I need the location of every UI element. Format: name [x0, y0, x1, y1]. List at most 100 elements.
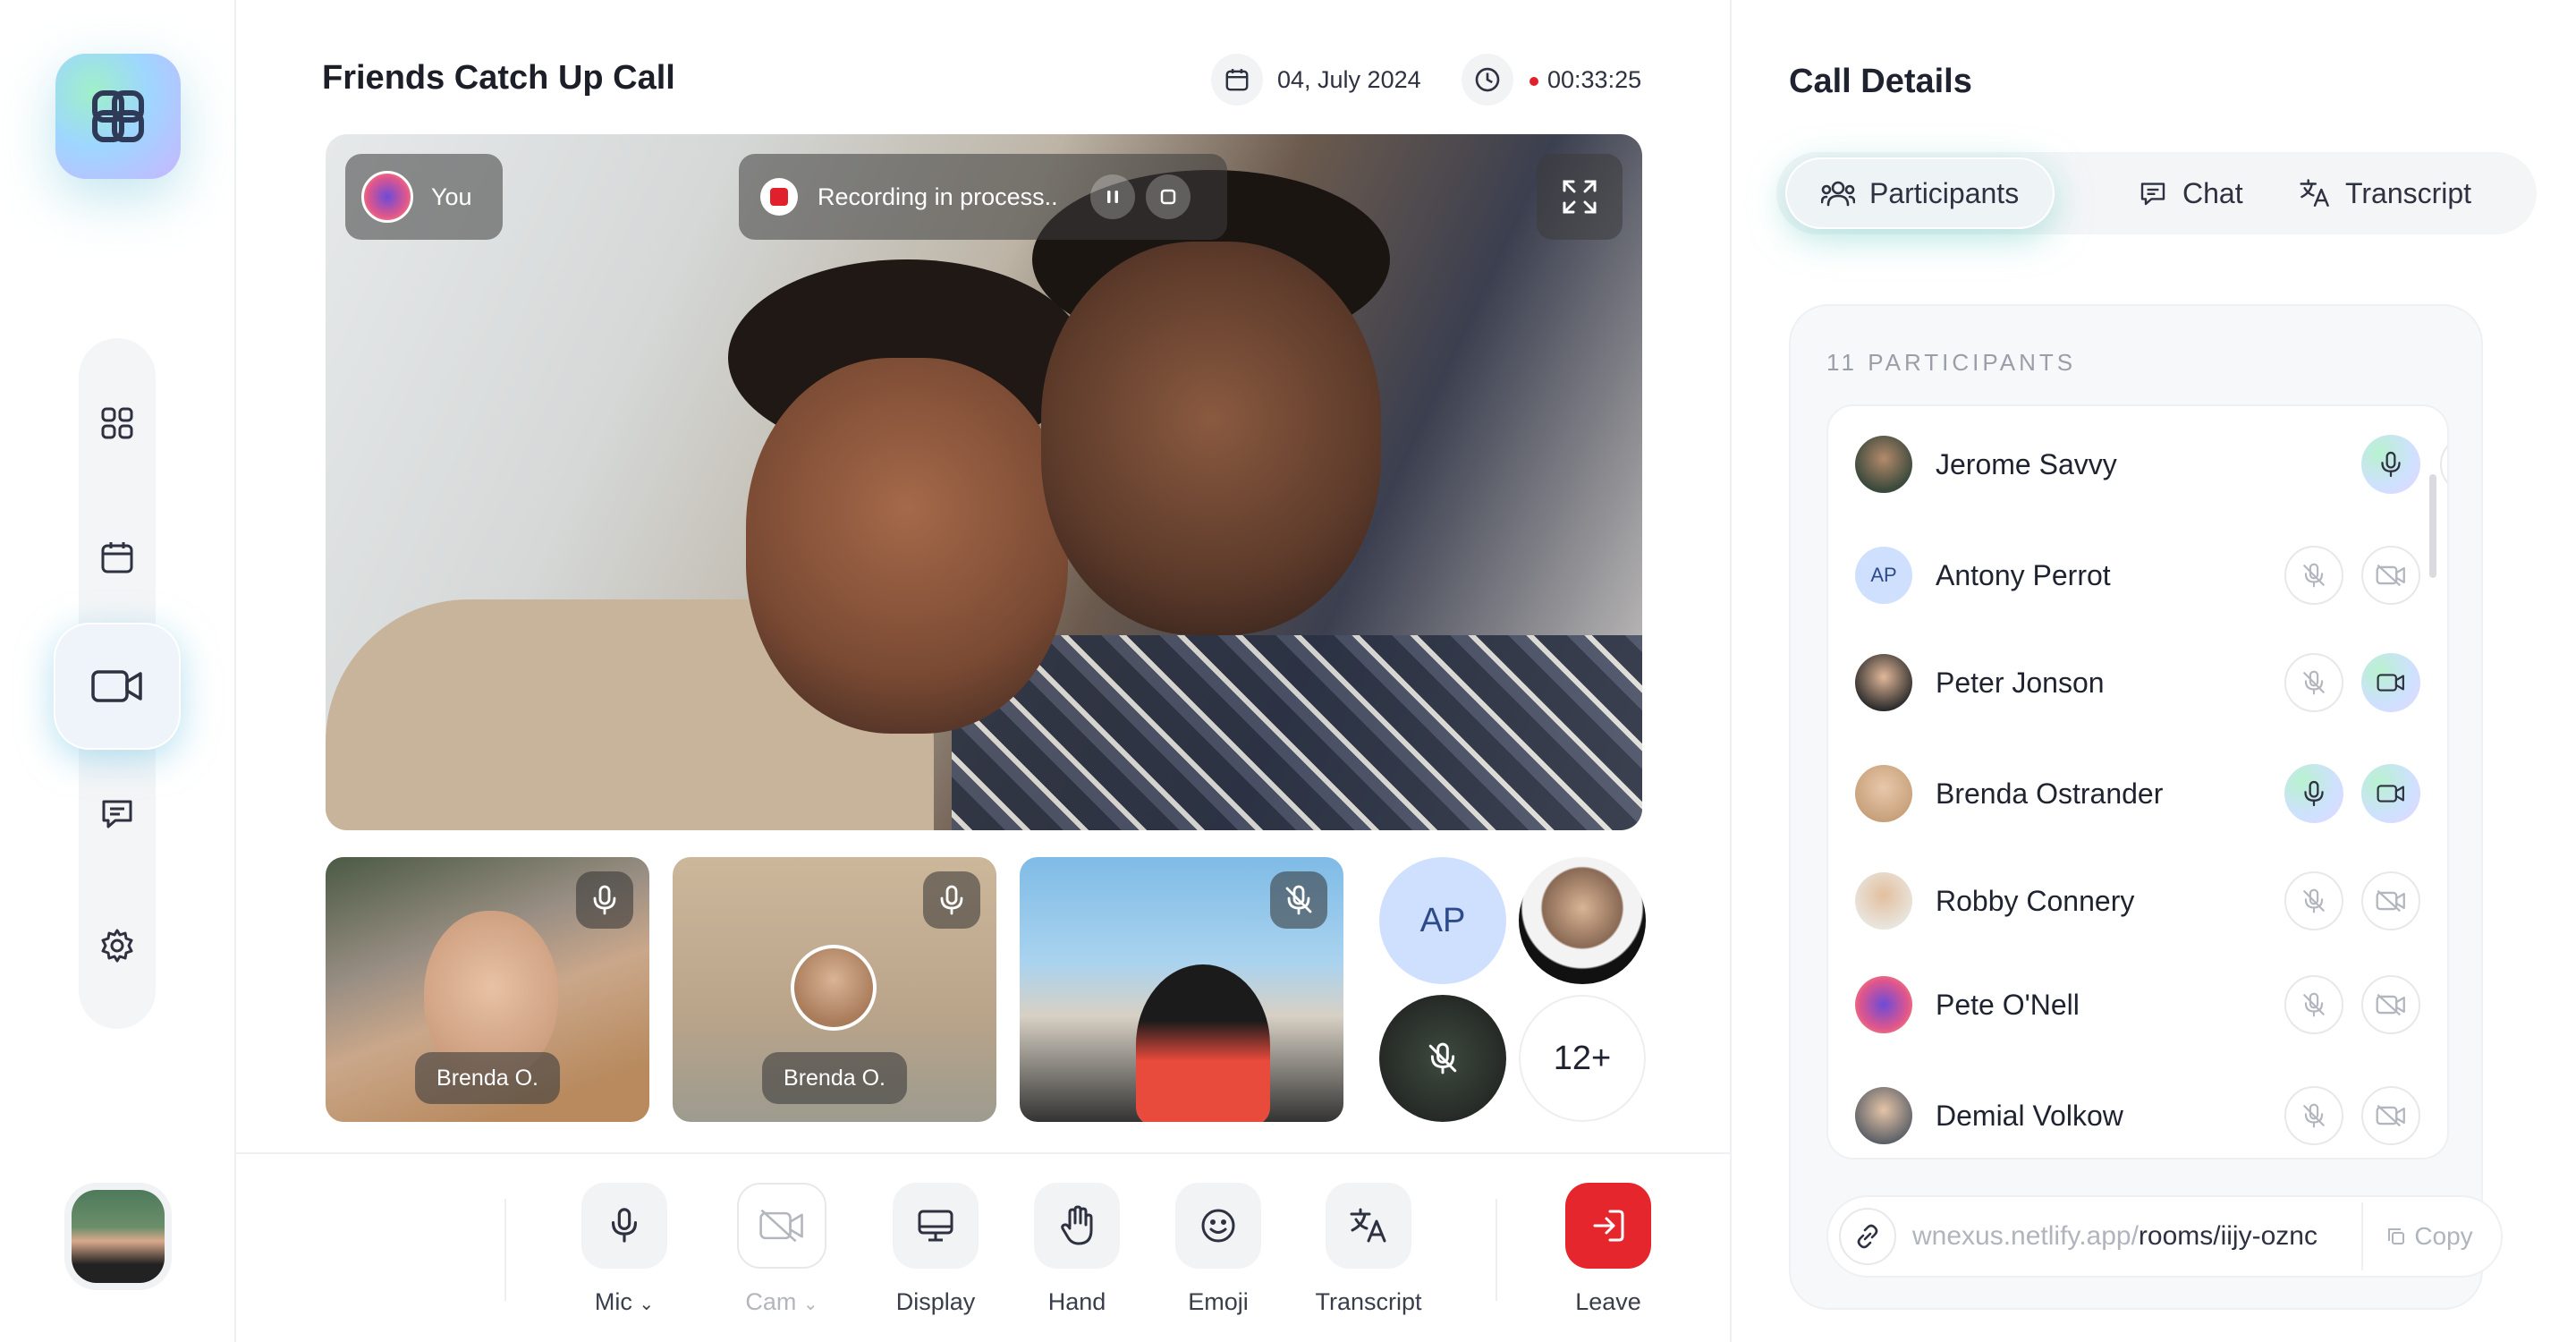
room-url[interactable]: wnexus.netlify.app/rooms/iijy-oznc	[1912, 1221, 2318, 1252]
mic-off-icon[interactable]	[2284, 653, 2343, 712]
user-avatar[interactable]	[64, 1183, 172, 1290]
participant-name: Brenda O.	[415, 1052, 560, 1104]
mic-on-icon	[576, 871, 633, 929]
mic-on-icon[interactable]	[2361, 435, 2420, 494]
duration-value: 00:33:25	[1547, 66, 1642, 93]
calendar-badge	[1211, 54, 1263, 106]
chat-icon	[2140, 183, 2165, 206]
hand-button[interactable]	[1034, 1183, 1120, 1269]
camera-off-icon[interactable]	[2361, 1086, 2420, 1145]
leave-button[interactable]	[1565, 1183, 1651, 1269]
participant-avatar	[1855, 654, 1912, 711]
participant-tile[interactable]	[1020, 857, 1343, 1122]
logo-icon	[92, 90, 144, 142]
transcript-button[interactable]	[1326, 1183, 1411, 1269]
participant-name: Brenda O.	[762, 1052, 907, 1104]
settings-icon	[101, 929, 133, 963]
recording-text: Recording in process..	[818, 183, 1058, 210]
cam-button[interactable]	[737, 1183, 826, 1269]
mic-label[interactable]: Mic ⌄	[553, 1288, 696, 1316]
more-participants-button[interactable]: 12+	[1519, 995, 1646, 1122]
nav-item-video[interactable]	[54, 623, 181, 750]
calendar-icon	[101, 542, 133, 573]
participant-name: Antony Perrot	[1936, 558, 2111, 591]
participant-name: Peter Jonson	[1936, 666, 2105, 699]
hand-label[interactable]: Hand	[1005, 1288, 1148, 1316]
mic-off-icon[interactable]	[2284, 871, 2343, 930]
tab-transcript[interactable]: Transcript	[2299, 152, 2471, 234]
pause-recording-button[interactable]	[1089, 174, 1135, 219]
participant-tile[interactable]: Brenda O.	[326, 857, 649, 1122]
tab-chat-label: Chat	[2182, 176, 2243, 209]
mic-on-icon	[923, 871, 980, 929]
participant-row[interactable]: Robby Connery	[1855, 870, 2428, 932]
clock-icon	[1475, 67, 1500, 92]
translate-icon	[2300, 179, 2329, 207]
participant-avatar	[1855, 1087, 1912, 1144]
tab-participants[interactable]: Participants	[1785, 157, 2055, 229]
display-label[interactable]: Display	[864, 1288, 1007, 1316]
participant-avatar	[791, 945, 877, 1031]
tab-transcript-label: Transcript	[2345, 176, 2472, 209]
record-icon	[760, 178, 798, 216]
mic-off-icon[interactable]	[2284, 1086, 2343, 1145]
chevron-down-icon: ⌄	[802, 1295, 818, 1314]
camera-on-icon[interactable]	[2361, 764, 2420, 823]
room-link: wnexus.netlify.app/rooms/iijy-oznc Copy	[1826, 1195, 2503, 1278]
participant-name: Brenda Ostrander	[1936, 777, 2164, 810]
nav-item-chat[interactable]	[79, 775, 156, 852]
participant-avatar	[1855, 765, 1912, 822]
app-logo[interactable]	[55, 54, 181, 179]
camera-on-icon[interactable]	[2361, 653, 2420, 712]
call-details-panel: Call Details Participants Chat Transcrip…	[1730, 0, 2576, 1342]
participant-name: Jerome Savvy	[1936, 447, 2117, 480]
emoji-label[interactable]: Emoji	[1147, 1288, 1290, 1316]
call-date: 04, July 2024	[1277, 66, 1421, 93]
cam-label[interactable]: Cam ⌄	[710, 1288, 853, 1316]
emoji-button[interactable]	[1175, 1183, 1261, 1269]
mic-off-icon[interactable]	[2284, 546, 2343, 605]
main-video[interactable]: You Recording in process..	[326, 134, 1642, 830]
camera-off-icon[interactable]	[2440, 435, 2447, 494]
link-icon	[1839, 1208, 1896, 1265]
fullscreen-button[interactable]	[1537, 154, 1623, 240]
participant-row[interactable]: Jerome Savvy	[1855, 433, 2447, 496]
transcript-label[interactable]: Transcript	[1297, 1288, 1440, 1316]
stop-recording-button[interactable]	[1145, 174, 1191, 219]
left-rail	[0, 0, 236, 1342]
participants-list[interactable]: Jerome Savvy AP Antony Perrot Peter Jonson B…	[1826, 404, 2449, 1159]
display-button[interactable]	[893, 1183, 979, 1269]
mic-on-icon[interactable]	[2284, 764, 2343, 823]
nav-item-calendar[interactable]	[79, 519, 156, 596]
mic-off-icon[interactable]	[2284, 975, 2343, 1034]
camera-off-icon[interactable]	[2361, 871, 2420, 930]
participant-row[interactable]: Demial Volkow	[1855, 1084, 2428, 1147]
participant-avatar-tile[interactable]	[1519, 857, 1646, 984]
tab-chat[interactable]: Chat	[2138, 152, 2243, 234]
video-icon	[91, 670, 142, 702]
main-area: Friends Catch Up Call 04, July 2024 00:3…	[236, 0, 1730, 1342]
camera-off-icon	[759, 1209, 803, 1243]
participant-row[interactable]: Peter Jonson	[1855, 651, 2428, 714]
microphone-icon	[611, 1208, 638, 1243]
calendar-icon	[1225, 69, 1249, 91]
smiley-icon	[1201, 1209, 1235, 1243]
scrollbar[interactable]	[2429, 474, 2436, 578]
mic-button[interactable]	[581, 1183, 667, 1269]
monitor-icon	[918, 1210, 953, 1242]
participant-row[interactable]: Brenda Ostrander	[1855, 762, 2428, 825]
participant-avatar	[1855, 872, 1912, 930]
nav-item-settings[interactable]	[79, 907, 156, 984]
participant-initials-tile[interactable]: AP	[1379, 857, 1506, 984]
nav-item-dashboard[interactable]	[79, 385, 156, 462]
camera-off-icon[interactable]	[2361, 546, 2420, 605]
participant-tile[interactable]: Brenda O.	[673, 857, 996, 1122]
stop-icon	[1160, 189, 1175, 205]
leave-label[interactable]: Leave	[1537, 1288, 1680, 1316]
participant-row[interactable]: AP Antony Perrot	[1855, 544, 2428, 607]
participant-avatar-tile[interactable]	[1379, 995, 1506, 1122]
copy-link-button[interactable]: Copy	[2361, 1202, 2496, 1270]
participant-row[interactable]: Pete O'Nell	[1855, 973, 2428, 1036]
camera-off-icon[interactable]	[2361, 975, 2420, 1034]
clock-badge	[1462, 54, 1513, 106]
